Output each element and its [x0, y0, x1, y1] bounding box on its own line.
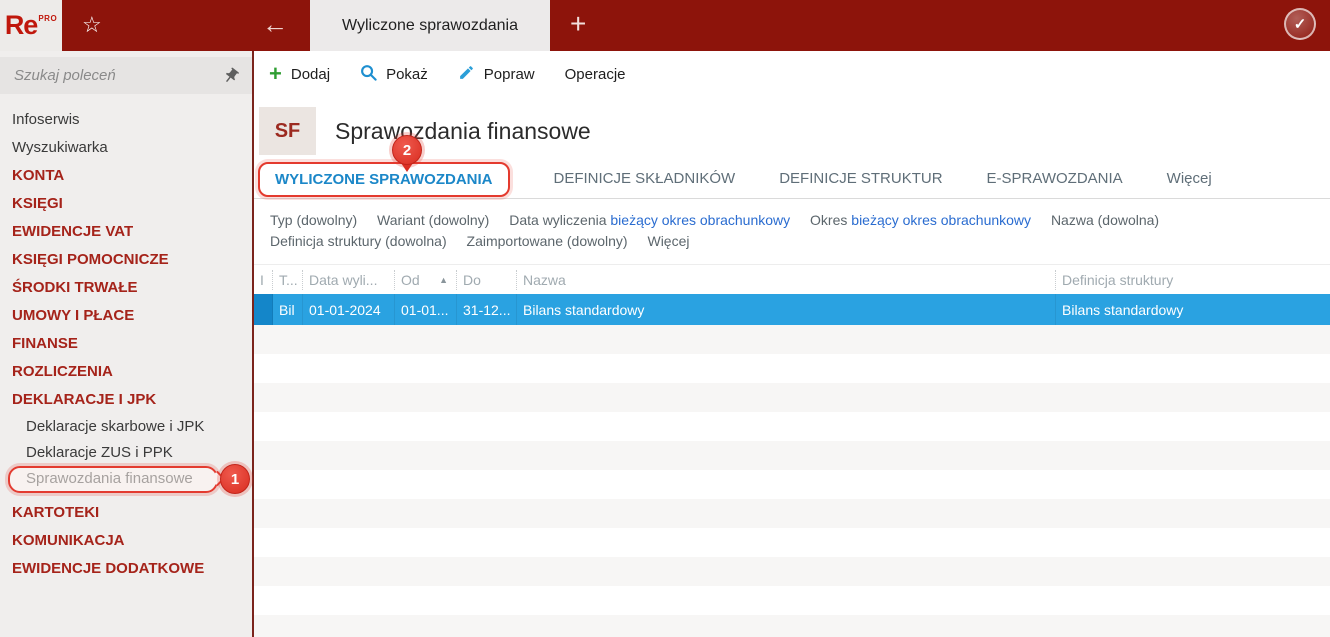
- column-header-definicja-struktury[interactable]: Definicja struktury: [1056, 270, 1330, 290]
- sidebar-item-wyszukiwarka[interactable]: Wyszukiwarka: [12, 134, 252, 162]
- table-empty-area: [254, 325, 1330, 637]
- edit-button-label: Popraw: [483, 65, 535, 83]
- sidebar-item-rozliczenia[interactable]: ROZLICZENIA: [12, 358, 252, 386]
- toolbar: + Dodaj Pokaż Popraw Operacje: [254, 51, 1330, 97]
- sidebar-item-konta[interactable]: KONTA: [12, 162, 252, 190]
- back-arrow-icon[interactable]: ←: [262, 8, 288, 40]
- app-logo-text: Re: [4, 10, 39, 40]
- window-tab-active[interactable]: Wyliczone sprawozdania: [310, 0, 550, 51]
- sidebar-item-deklaracje-i-jpk[interactable]: DEKLARACJE I JPK: [12, 386, 252, 414]
- filter-definicja-struktury[interactable]: Definicja struktury (dowolna): [270, 233, 447, 249]
- status-check-icon[interactable]: ✓: [1284, 8, 1316, 40]
- filter-data-wyliczenia[interactable]: Data wyliczenia bieżący okres obrachunko…: [509, 212, 790, 228]
- app-logo: Re PRO: [0, 0, 62, 51]
- sidebar-item-srodki-trwale[interactable]: ŚRODKI TRWAŁE: [12, 274, 252, 302]
- sidebar-item-kartoteki[interactable]: KARTOTEKI: [12, 499, 252, 527]
- tab-definicje-struktur[interactable]: DEFINICJE STRUKTUR: [779, 170, 942, 187]
- sidebar-item-finanse[interactable]: FINANSE: [12, 330, 252, 358]
- page-title: Sprawozdania finansowe: [335, 117, 591, 144]
- row-indicator-cell: [254, 294, 273, 325]
- sidebar-item-komunikacja[interactable]: KOMUNIKACJA: [12, 527, 252, 555]
- filter-okres-value[interactable]: bieżący okres obrachunkowy: [851, 212, 1031, 228]
- column-header-typ[interactable]: T...: [273, 269, 303, 290]
- plus-icon: +: [269, 61, 282, 86]
- filter-zaimportowane[interactable]: Zaimportowane (dowolny): [467, 233, 628, 249]
- filter-line-1: Typ (dowolny) Wariant (dowolny) Data wyl…: [270, 210, 1330, 231]
- row-cell-od: 01-01...: [395, 294, 457, 325]
- add-button-label: Dodaj: [290, 65, 331, 83]
- sidebar-item-deklaracje-zus-ppk[interactable]: Deklaracje ZUS i PPK: [12, 440, 252, 466]
- edit-button[interactable]: Popraw: [458, 64, 535, 85]
- pencil-icon: [458, 64, 475, 85]
- tab-e-sprawozdania[interactable]: E-SPRAWOZDANIA: [987, 170, 1123, 187]
- show-button[interactable]: Pokaż: [360, 64, 428, 85]
- sidebar-item-ewidencje-dodatkowe[interactable]: EWIDENCJE DODATKOWE: [12, 555, 252, 583]
- operations-button[interactable]: Operacje: [565, 66, 626, 83]
- operations-button-label: Operacje: [564, 65, 626, 83]
- filter-okres[interactable]: Okres bieżący okres obrachunkowy: [810, 212, 1031, 228]
- magnifier-icon: [360, 64, 377, 85]
- main-panel: + Dodaj Pokaż Popraw Operacje SF Sprawoz…: [254, 51, 1330, 637]
- column-header-do[interactable]: Do: [457, 269, 517, 290]
- filter-nazwa[interactable]: Nazwa (dowolna): [1051, 212, 1159, 228]
- sort-asc-icon: ▲: [439, 274, 448, 285]
- column-header-info[interactable]: I: [254, 269, 273, 290]
- sidebar-item-ewidencje-vat[interactable]: EWIDENCJE VAT: [12, 218, 252, 246]
- row-cell-nazwa: Bilans standardowy: [517, 294, 1056, 325]
- new-tab-plus-icon[interactable]: +: [570, 6, 586, 42]
- sidebar-item-deklaracje-skarbowe[interactable]: Deklaracje skarbowe i JPK: [12, 414, 252, 440]
- tab-definicje-skladnikow[interactable]: DEFINICJE SKŁADNIKÓW: [554, 170, 736, 187]
- add-button[interactable]: + Dodaj: [269, 61, 331, 86]
- filter-typ[interactable]: Typ (dowolny): [270, 212, 357, 228]
- sidebar: Infoserwis Wyszukiwarka KONTA KSIĘGI EWI…: [0, 51, 254, 637]
- column-header-data-wyliczenia[interactable]: Data wyli...: [303, 269, 395, 290]
- show-button-label: Pokaż: [386, 65, 428, 83]
- table-row-selected[interactable]: Bil 01-01-2024 01-01... 31-12... Bilans …: [254, 294, 1330, 325]
- search-input[interactable]: [14, 67, 216, 84]
- tab-wyliczone-sprawozdania[interactable]: WYLICZONE SPRAWOZDANIA: [258, 162, 510, 197]
- sidebar-menu: Infoserwis Wyszukiwarka KONTA KSIĘGI EWI…: [0, 94, 252, 583]
- favorites-star-icon[interactable]: ☆: [82, 12, 102, 38]
- row-cell-definicja-struktury: Bilans standardowy: [1062, 301, 1184, 318]
- filter-bar: Typ (dowolny) Wariant (dowolny) Data wyl…: [254, 199, 1330, 264]
- table-header: I T... Data wyli... Od ▲ Do Nazwa Defini…: [254, 264, 1330, 294]
- filter-wariant[interactable]: Wariant (dowolny): [377, 212, 489, 228]
- row-cell-do: 31-12...: [457, 294, 517, 325]
- tab-wiecej[interactable]: Więcej: [1167, 170, 1212, 187]
- module-badge: SF: [259, 107, 316, 155]
- filter-line-2: Definicja struktury (dowolna) Zaimportow…: [270, 231, 1330, 252]
- sidebar-item-sprawozdania-finansowe[interactable]: Sprawozdania finansowe: [12, 466, 252, 492]
- column-header-nazwa[interactable]: Nazwa: [517, 269, 1056, 290]
- row-cell-data-wyliczenia: 01-01-2024: [303, 294, 395, 325]
- topbar: Re PRO ☆ ← Wyliczone sprawozdania + ✓: [0, 0, 1330, 51]
- sidebar-item-ksiegi-pomocnicze[interactable]: KSIĘGI POMOCNICZE: [12, 246, 252, 274]
- row-cell-typ: Bil: [273, 294, 303, 325]
- filter-wiecej[interactable]: Więcej: [647, 233, 689, 249]
- sidebar-item-umowy-i-place[interactable]: UMOWY I PŁACE: [12, 302, 252, 330]
- filter-data-wyliczenia-value[interactable]: bieżący okres obrachunkowy: [610, 212, 790, 228]
- app-logo-pro-label: PRO: [38, 14, 58, 23]
- tab-bar: WYLICZONE SPRAWOZDANIA DEFINICJE SKŁADNI…: [254, 162, 1330, 199]
- sidebar-item-infoserwis[interactable]: Infoserwis: [12, 106, 252, 134]
- app-window: RePRO ☆ ← Wyliczone sprawozdania + ✓ Inf…: [0, 0, 1330, 637]
- column-header-od[interactable]: Od ▲: [395, 269, 457, 290]
- pin-icon[interactable]: [218, 63, 243, 88]
- page-header: SF Sprawozdania finansowe: [259, 107, 1330, 155]
- sidebar-item-ksiegi[interactable]: KSIĘGI: [12, 190, 252, 218]
- command-search-box: [0, 57, 252, 94]
